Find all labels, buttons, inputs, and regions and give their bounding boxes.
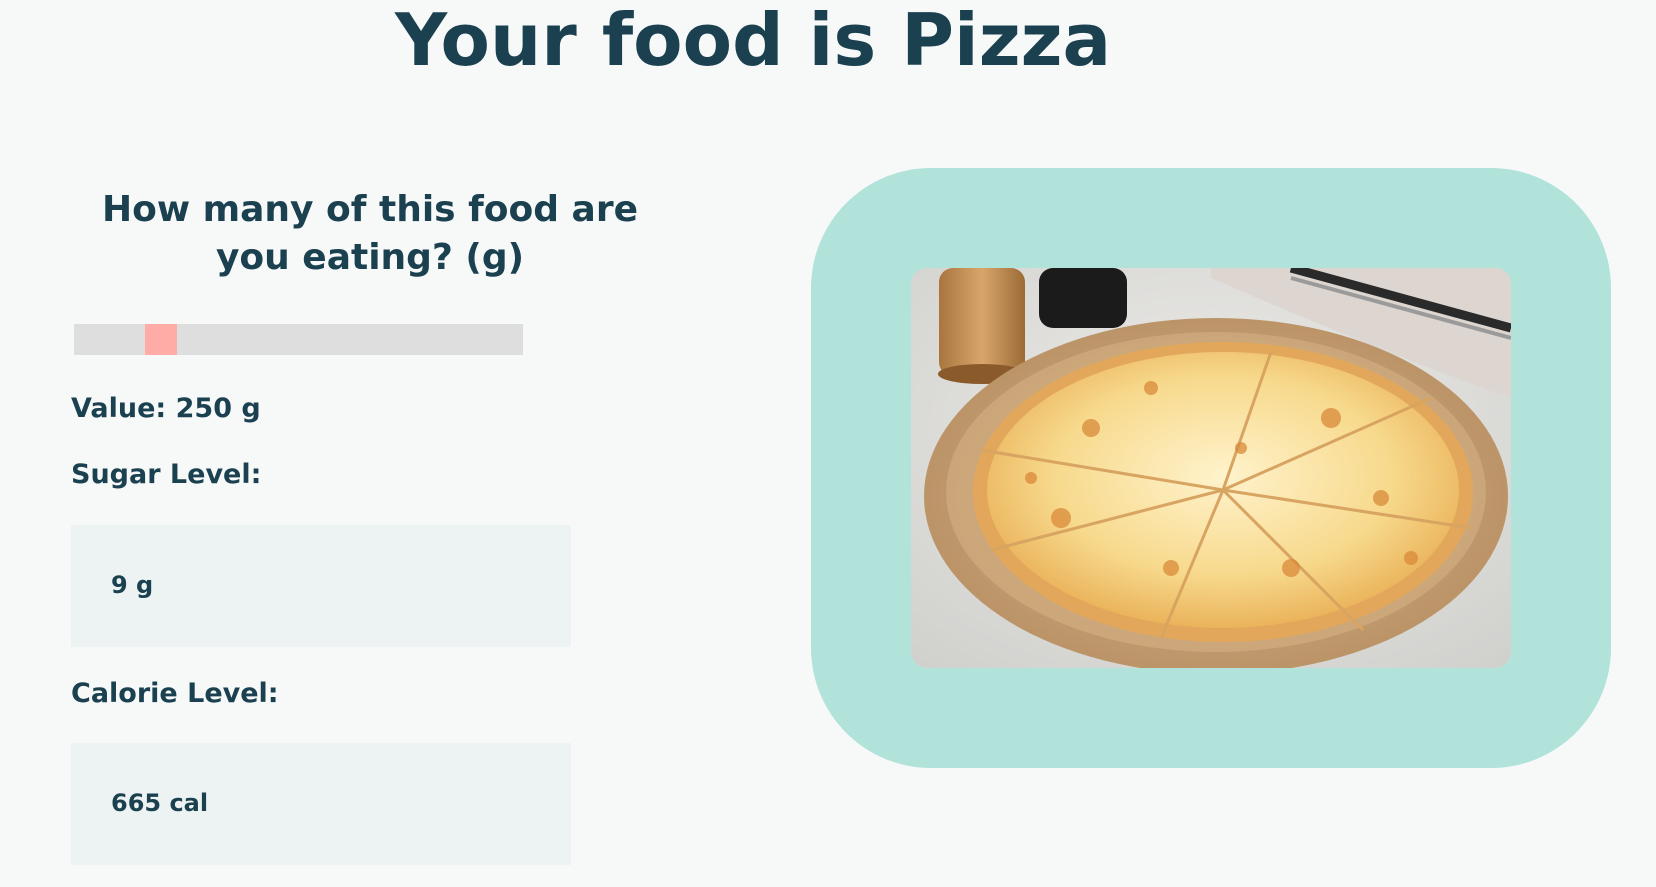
calorie-level-box: 665 cal xyxy=(71,743,571,865)
sugar-level-label: Sugar Level: xyxy=(71,459,262,490)
sugar-level-box: 9 g xyxy=(71,525,571,647)
sugar-level-value: 9 g xyxy=(111,571,154,599)
slider-thumb[interactable] xyxy=(145,324,177,355)
quantity-slider[interactable] xyxy=(74,324,523,355)
calorie-level-label: Calorie Level: xyxy=(71,678,279,709)
food-image-frame xyxy=(811,168,1611,768)
quantity-question: How many of this food are you eating? (g… xyxy=(101,189,639,278)
page-title: Your food is Pizza xyxy=(395,0,1112,82)
pizza-image xyxy=(911,268,1511,668)
slider-value-label: Value: 250 g xyxy=(71,393,261,424)
calorie-level-value: 665 cal xyxy=(111,789,209,817)
page: Your food is Pizza How many of this food… xyxy=(0,0,1656,887)
